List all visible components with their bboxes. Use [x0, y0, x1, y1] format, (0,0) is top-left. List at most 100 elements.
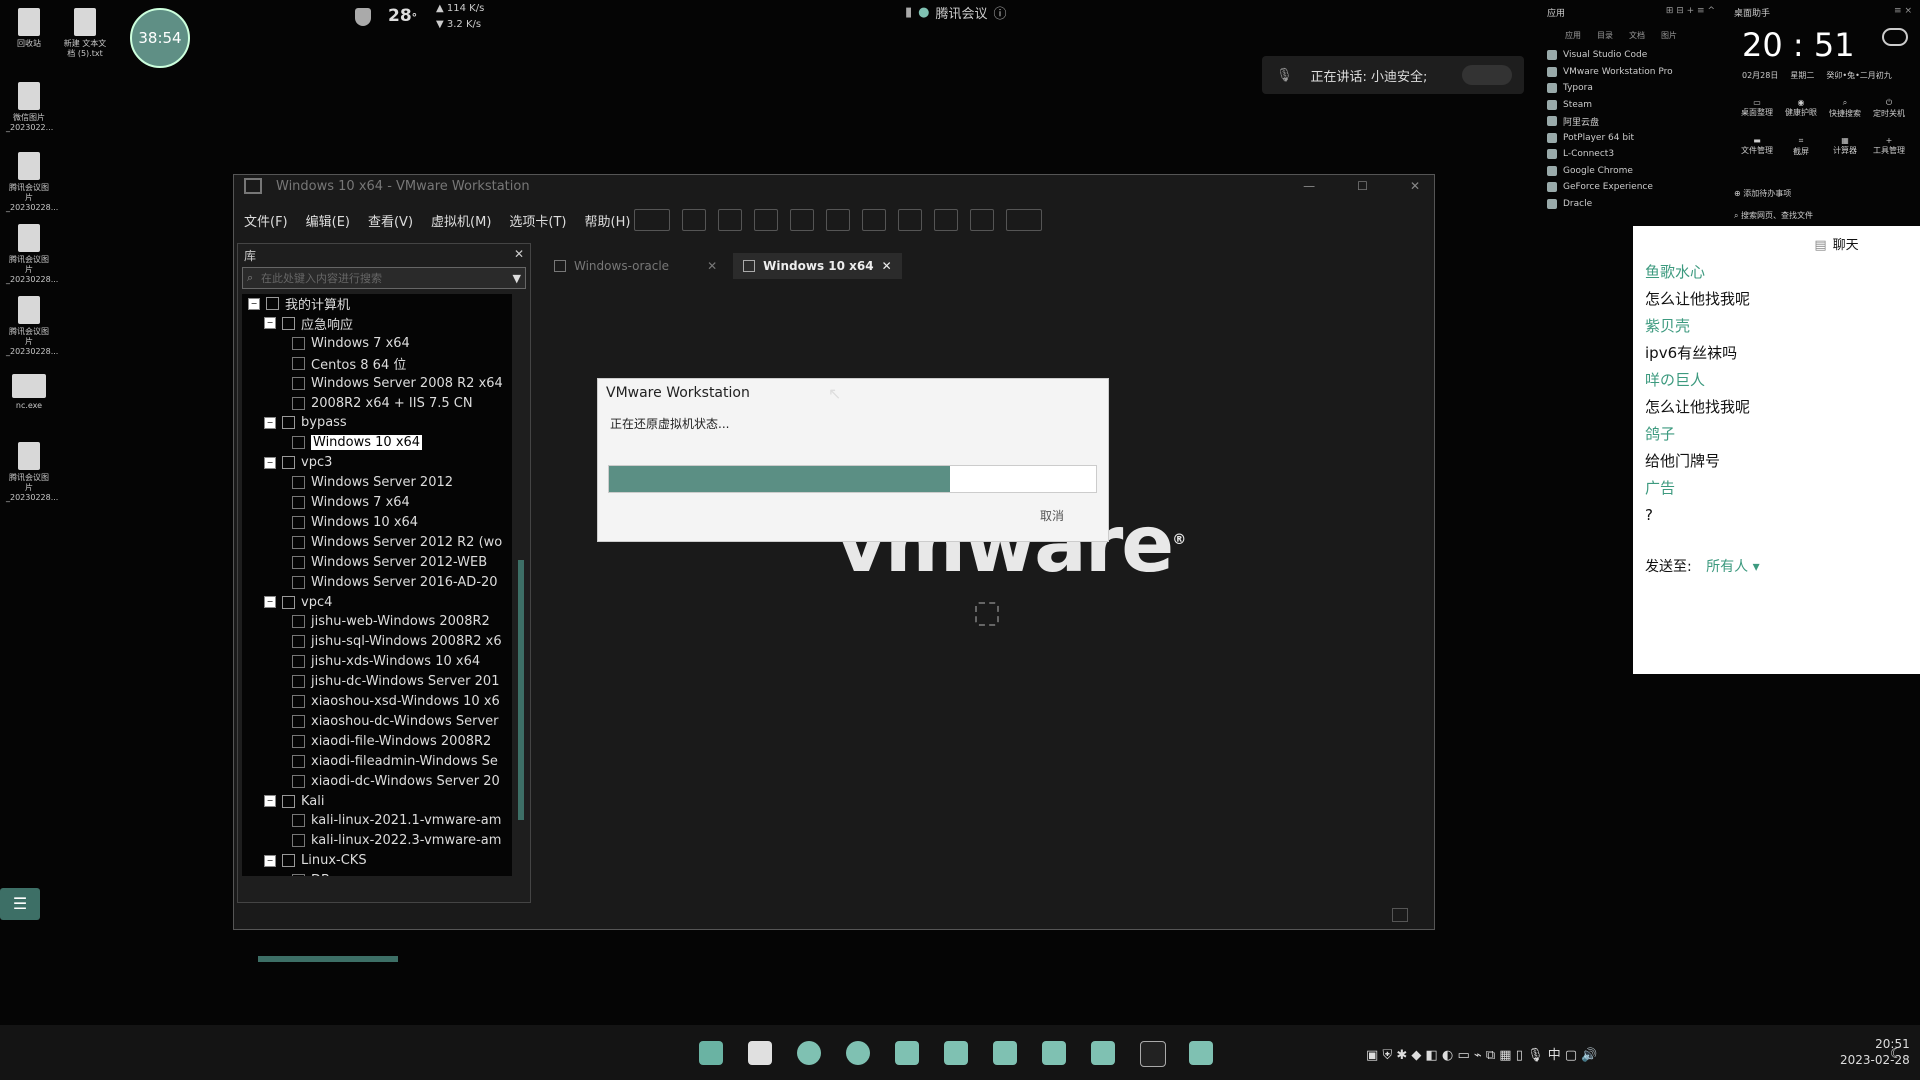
- tree-folder[interactable]: − vpc4: [264, 593, 332, 612]
- tree-horizontal-scrollbar[interactable]: [258, 956, 398, 962]
- tree-vm-item[interactable]: Windows Server 2012: [292, 473, 453, 492]
- typora-icon[interactable]: [944, 1041, 968, 1065]
- desktop-icon-recycle-bin[interactable]: 回收站: [6, 8, 52, 49]
- tool-eye-care[interactable]: ◉ 健康护眼: [1782, 98, 1820, 119]
- tool-desktop-organize[interactable]: ▭ 桌面整理: [1738, 98, 1776, 119]
- menu-tabs[interactable]: 选项卡(T): [509, 211, 566, 230]
- apps-tab[interactable]: 目录: [1597, 30, 1613, 41]
- apps-tab[interactable]: 应用: [1565, 30, 1581, 41]
- tool-quick-search[interactable]: ⌕ 快捷搜索: [1826, 98, 1864, 119]
- expand-collapse-icon[interactable]: −: [264, 416, 276, 429]
- tree-vm-item[interactable]: jishu-web-Windows 2008R2: [292, 612, 490, 631]
- tree-vm-item[interactable]: Windows Server 2012-WEB: [292, 553, 487, 572]
- desktop-icon-meeting-image[interactable]: 腾讯会议图片_20230228...: [6, 442, 58, 503]
- tab-close-icon[interactable]: ✕: [882, 259, 892, 273]
- apps-tab[interactable]: 图片: [1661, 30, 1677, 41]
- app-item[interactable]: 阿里云盘: [1545, 113, 1715, 130]
- send-keys-button[interactable]: [682, 209, 706, 231]
- send-to-dropdown[interactable]: 所有人 ▾: [1706, 559, 1759, 575]
- input-method-indicator[interactable]: 中: [1548, 1048, 1561, 1063]
- wechat-icon[interactable]: [895, 1041, 919, 1065]
- tray-gear-icon[interactable]: ✱: [1396, 1048, 1407, 1063]
- meeting-app-icon[interactable]: [993, 1041, 1017, 1065]
- tree-folder[interactable]: − vpc3: [264, 453, 332, 472]
- info-icon[interactable]: ⓘ: [994, 3, 1007, 22]
- app-item[interactable]: Steam: [1545, 97, 1715, 114]
- tree-folder[interactable]: − Linux-CKS: [264, 851, 367, 870]
- tab-windows-10-x64[interactable]: Windows 10 x64 ✕: [733, 253, 902, 279]
- app-item[interactable]: VMware Workstation Pro: [1545, 64, 1715, 81]
- tree-vm-item[interactable]: xiaodi-file-Windows 2008R2: [292, 732, 491, 751]
- console-view-button[interactable]: [970, 209, 994, 231]
- desktop-icon-meeting-image[interactable]: 腾讯会议图片_20230228...: [6, 152, 58, 213]
- expand-collapse-icon[interactable]: −: [264, 456, 276, 469]
- tray-usb-icon[interactable]: ▯: [1516, 1048, 1523, 1063]
- library-search-input[interactable]: ⌕ 在此处键入内容进行搜索 ▼: [242, 267, 526, 289]
- tree-vm-item[interactable]: xiaodi-fileadmin-Windows Se: [292, 752, 498, 771]
- menu-file[interactable]: 文件(F): [244, 211, 288, 230]
- tray-display-icon[interactable]: ▢: [1565, 1048, 1577, 1063]
- tree-vertical-scrollbar[interactable]: [518, 560, 524, 820]
- tree-vm-item[interactable]: Centos 8 64 位: [292, 354, 406, 373]
- desktop-icon-text-file[interactable]: 新建 文本文档 (5).txt: [62, 8, 108, 59]
- tree-vm-item[interactable]: xiaoshou-dc-Windows Server: [292, 712, 498, 731]
- stretch-dropdown-button[interactable]: [1006, 209, 1042, 231]
- expand-collapse-icon[interactable]: −: [264, 596, 276, 608]
- apps-tab[interactable]: 文档: [1629, 30, 1645, 41]
- tree-vm-item[interactable]: kali-linux-2022.3-vmware-am: [292, 831, 501, 850]
- tree-vm-item[interactable]: Windows 10 x64: [292, 513, 418, 532]
- menu-vm[interactable]: 虚拟机(M): [431, 211, 491, 230]
- expand-collapse-icon[interactable]: −: [248, 297, 260, 310]
- tool-manager[interactable]: + 工具管理: [1870, 136, 1908, 157]
- tab-close-icon[interactable]: ✕: [707, 259, 717, 273]
- tree-vm-item[interactable]: Windows Server 2008 R2 x64: [292, 374, 503, 393]
- desktop-icon-wechat-image[interactable]: 微信图片_2023022...: [6, 82, 53, 133]
- tree-vm-item[interactable]: xiaoshou-xsd-Windows 10 x6: [292, 692, 500, 711]
- tool-calculator[interactable]: ▦ 计算器: [1826, 136, 1864, 157]
- tray-window-icon[interactable]: ⧉: [1486, 1048, 1495, 1063]
- steam-icon[interactable]: [1042, 1041, 1066, 1065]
- expand-collapse-icon[interactable]: −: [264, 854, 276, 867]
- tree-vm-item[interactable]: jishu-xds-Windows 10 x64: [292, 652, 480, 671]
- tree-vm-item[interactable]: Windows 7 x64: [292, 334, 410, 353]
- power-dropdown-button[interactable]: [634, 209, 670, 231]
- tree-vm-item[interactable]: Windows Server 2016-AD-20: [292, 573, 498, 592]
- start-button[interactable]: [699, 1041, 723, 1065]
- feishu-icon[interactable]: [1091, 1041, 1115, 1065]
- tree-vm-item[interactable]: kali-linux-2021.1-vmware-am: [292, 811, 501, 830]
- desktop-icon-meeting-image[interactable]: 腾讯会议图片_20230228...: [6, 224, 58, 285]
- tree-vm-item[interactable]: Windows 7 x64: [292, 493, 410, 512]
- tray-monitor-icon[interactable]: ▭: [1457, 1048, 1469, 1063]
- notification-moon-icon[interactable]: ☾: [1890, 1046, 1903, 1062]
- tree-root[interactable]: − 我的计算机: [248, 294, 350, 313]
- tool-timed-shutdown[interactable]: ⏻ 定时关机: [1870, 98, 1908, 119]
- tree-vm-item[interactable]: jishu-sql-Windows 2008R2 x6: [292, 632, 502, 651]
- tray-network-icon[interactable]: ⌁: [1474, 1048, 1482, 1063]
- tool-file-manager[interactable]: ▬ 文件管理: [1738, 136, 1776, 157]
- panel-controls-icon[interactable]: ⊞ ⊟ + ≡ ^: [1666, 6, 1715, 16]
- app-item[interactable]: PotPlayer 64 bit: [1545, 130, 1715, 147]
- app-item[interactable]: L-Connect3: [1545, 146, 1715, 163]
- list-toggle-button[interactable]: ☰: [0, 888, 40, 920]
- tree-vm-item[interactable]: 2008R2 x64 + IIS 7.5 CN: [292, 394, 473, 413]
- add-todo[interactable]: ⊕ 添加待办事项: [1734, 188, 1791, 199]
- tray-image-icon[interactable]: ▣: [1366, 1048, 1378, 1063]
- meeting-timer[interactable]: 38:54: [130, 8, 190, 68]
- panel-controls-icon[interactable]: ≡ ×: [1894, 6, 1912, 16]
- tree-vm-item[interactable]: DB: [292, 871, 330, 876]
- tree-folder[interactable]: − 应急响应: [264, 314, 353, 333]
- expand-collapse-icon[interactable]: −: [264, 795, 276, 807]
- tray-app-icon[interactable]: ◆: [1411, 1048, 1421, 1063]
- tab-windows-oracle[interactable]: Windows-oracle ✕: [544, 253, 727, 279]
- tray-grid-icon[interactable]: ▦: [1499, 1048, 1511, 1063]
- tree-folder[interactable]: − Kali: [264, 792, 325, 811]
- meeting-indicator[interactable]: ▮ ● 腾讯会议 ⓘ: [905, 3, 1007, 22]
- maximize-button[interactable]: ☐: [1357, 179, 1368, 193]
- app-item[interactable]: Visual Studio Code: [1545, 47, 1715, 64]
- menu-help[interactable]: 帮助(H): [585, 211, 631, 230]
- tree-vm-item[interactable]: jishu-dc-Windows Server 201: [292, 672, 499, 691]
- tray-nvidia-icon[interactable]: ◧: [1426, 1048, 1438, 1063]
- tree-vm-item[interactable]: Windows 10 x64: [292, 433, 423, 452]
- app-item[interactable]: Dracle: [1545, 196, 1715, 213]
- vmware-taskbar-icon[interactable]: [1189, 1041, 1213, 1065]
